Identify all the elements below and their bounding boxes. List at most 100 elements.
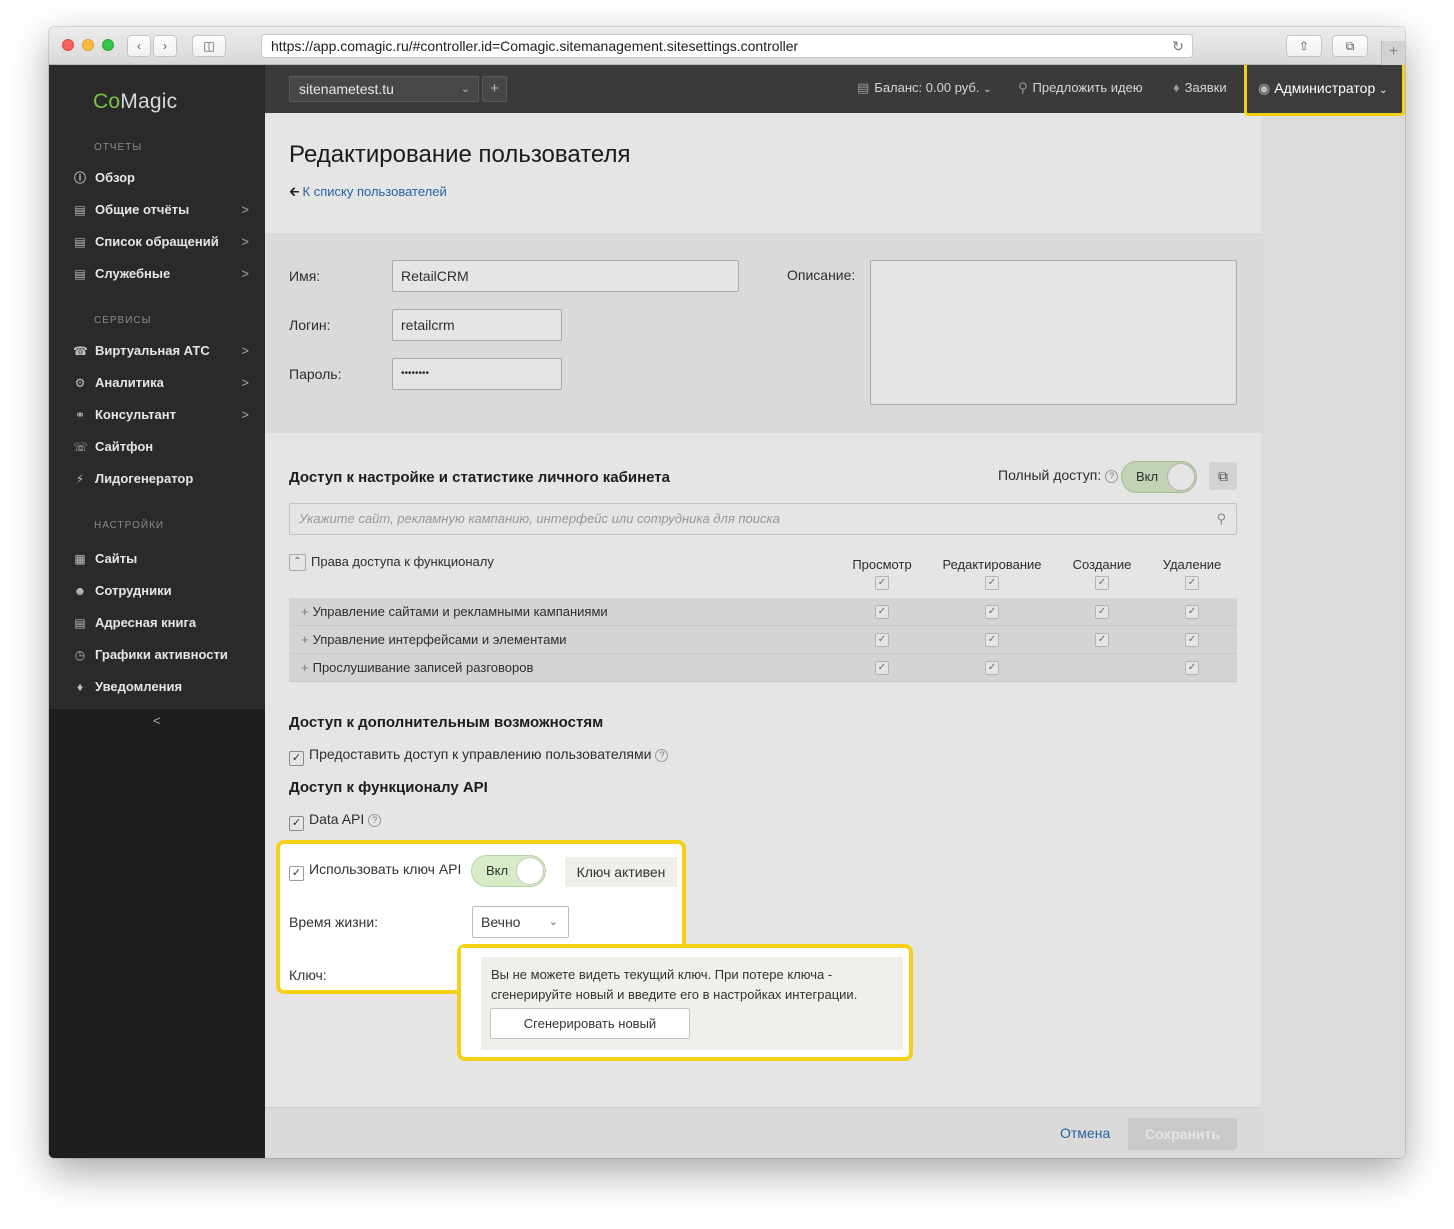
lightning-icon: ⚡: [75, 472, 85, 486]
chevron-right-icon: >: [241, 234, 249, 249]
phone-icon: ☎: [73, 344, 88, 358]
sidebar-icon: ◫: [203, 39, 215, 53]
sidebar-item-address-book[interactable]: ▤ Адресная книга: [73, 613, 249, 633]
sidebar-item-sitephone[interactable]: ☏ Сайтфон: [73, 437, 249, 457]
sidebar-item-sites[interactable]: ▦ Сайты: [73, 549, 249, 569]
section-title-services: СЕРВИСЫ: [94, 315, 152, 326]
list-icon: ▤: [74, 235, 86, 249]
chevron-left-icon: ‹: [137, 39, 141, 53]
url-text: https://app.comagic.ru/#controller.id=Co…: [271, 38, 799, 54]
collapse-sidebar-button[interactable]: <: [153, 713, 161, 728]
toggle-label: Вкл: [486, 863, 509, 878]
sidebar-item-consultant[interactable]: ⚭ Консультант >: [73, 405, 249, 425]
share-button[interactable]: ⇧: [1286, 35, 1322, 57]
sidebar-item-label: Сотрудники: [95, 583, 172, 598]
key-status-badge: Ключ активен: [565, 857, 677, 887]
sidebar-item-analytics[interactable]: ⚙ Аналитика >: [73, 373, 249, 393]
chevron-down-icon: ⌄: [1379, 85, 1388, 96]
sidebar: CoMagic ОТЧЕТЫ ⓘ Обзор ▤ Общие отчёты > ▤ Сп…: [49, 65, 265, 1158]
address-bar[interactable]: https://app.comagic.ru/#controller.id=Co…: [261, 34, 1193, 58]
logo-magic: Magic: [120, 90, 178, 113]
sidebar-item-label: Лидогенератор: [95, 471, 194, 486]
chevron-down-icon: ⌄: [460, 83, 470, 95]
back-button[interactable]: ‹: [127, 35, 151, 57]
clock-icon: ◷: [74, 648, 86, 662]
share-icon: ⇧: [1298, 39, 1310, 53]
chevron-right-icon: >: [241, 375, 249, 390]
chevron-right-icon: >: [241, 202, 249, 217]
zoom-window-button[interactable]: [102, 39, 114, 51]
admin-text: Администратор: [1274, 80, 1376, 96]
sidebar-item-label: Графики активности: [95, 647, 228, 662]
sidebar-toggle-button[interactable]: ◫: [192, 35, 226, 57]
chevron-right-icon: >: [241, 266, 249, 281]
sidebar-item-overview[interactable]: ⓘ Обзор: [73, 168, 249, 188]
browser-toolbar: ‹ › ◫ https://app.comagic.ru/#controller…: [49, 27, 1405, 65]
addressbook-icon: ▤: [74, 616, 86, 630]
logo-co: Co: [93, 90, 121, 113]
sidebar-item-label: Список обращений: [95, 234, 219, 249]
balance-text: Баланс: 0.00 руб.: [874, 80, 980, 95]
sidebar-item-activity-schedule[interactable]: ◷ Графики активности: [73, 645, 249, 665]
sidebar-item-label: Обзор: [95, 170, 135, 185]
browser-window: ‹ › ◫ https://app.comagic.ru/#controller…: [49, 27, 1405, 1158]
sidebar-item-employees[interactable]: ☻ Сотрудники: [73, 581, 249, 601]
close-window-button[interactable]: [62, 39, 74, 51]
chevron-right-icon: ›: [163, 39, 167, 53]
headset-icon: ⚭: [74, 408, 86, 422]
use-api-key-option[interactable]: ✓ Использовать ключ API: [289, 861, 461, 881]
users-icon: ☻: [73, 584, 87, 598]
chevron-right-icon: >: [241, 407, 249, 422]
key-label: Ключ:: [289, 967, 327, 983]
generate-key-button[interactable]: Сгенерировать новый: [490, 1008, 690, 1039]
suggest-idea-link[interactable]: ⚲ Предложить идею: [1018, 80, 1143, 96]
forward-button[interactable]: ›: [153, 35, 177, 57]
balance-link[interactable]: ▤ Баланс: 0.00 руб. ⌄: [857, 80, 992, 96]
sidebar-item-label: Сайты: [95, 551, 138, 566]
sidebar-item-general-reports[interactable]: ▤ Общие отчёты >: [73, 200, 249, 220]
sidebar-item-virtual-pbx[interactable]: ☎ Виртуальная АТС >: [73, 341, 249, 361]
user-icon: ◉: [1258, 80, 1271, 96]
info-icon: ⓘ: [73, 171, 86, 185]
app-topbar: sitenametest.tu ⌄ + ▤ Баланс: 0.00 руб. ⌄ …: [265, 65, 1405, 113]
add-site-button[interactable]: +: [482, 76, 507, 102]
toggle-knob: [516, 857, 544, 885]
sidebar-item-service[interactable]: ▤ Служебные >: [73, 264, 249, 284]
sidebar-item-label: Служебные: [95, 266, 171, 281]
tabs-button[interactable]: ⧉: [1332, 35, 1368, 57]
lightbulb-icon: ⚲: [1018, 80, 1028, 95]
bell-icon: ♦: [76, 680, 84, 694]
sidebar-item-label: Адресная книга: [95, 615, 197, 630]
bell-icon: ♦: [1173, 80, 1180, 95]
section-title-settings: НАСТРОЙКИ: [94, 520, 165, 531]
api-key-toggle[interactable]: Вкл: [471, 855, 546, 887]
lifetime-select[interactable]: Вечно ⌄: [472, 906, 569, 938]
new-tab-button[interactable]: +: [1381, 41, 1405, 65]
lifetime-label: Время жизни:: [289, 914, 379, 930]
sidebar-item-label: Уведомления: [95, 679, 183, 694]
chevron-right-icon: >: [241, 343, 249, 358]
gears-icon: ⚙: [74, 376, 86, 390]
code-icon: ▤: [74, 267, 86, 281]
comagic-logo[interactable]: CoMagic: [93, 90, 177, 114]
key-note-text: Вы не можете видеть текущий ключ. При по…: [491, 967, 858, 1002]
wallet-icon: ▤: [857, 80, 870, 95]
site-select-value: sitenametest.tu: [299, 81, 394, 97]
reload-icon[interactable]: ↻: [1172, 35, 1184, 57]
use-api-key-text: Использовать ключ API: [309, 861, 462, 877]
suggest-idea-text: Предложить идею: [1032, 80, 1143, 95]
minimize-window-button[interactable]: [82, 39, 94, 51]
sidebar-item-label: Сайтфон: [95, 439, 154, 454]
sidebar-item-notifications[interactable]: ♦ Уведомления: [73, 677, 249, 697]
chart-icon: ▤: [74, 203, 86, 217]
use-api-key-checkbox[interactable]: ✓: [289, 866, 304, 881]
site-select[interactable]: sitenametest.tu ⌄: [289, 76, 479, 102]
sidebar-item-leadgen[interactable]: ⚡ Лидогенератор: [73, 469, 249, 489]
sites-icon: ▦: [74, 552, 86, 566]
callback-icon: ☏: [73, 440, 89, 454]
sidebar-item-label: Аналитика: [95, 375, 164, 390]
admin-menu[interactable]: ◉ Администратор ⌄: [1244, 65, 1405, 116]
requests-link[interactable]: ♦ Заявки: [1173, 80, 1227, 95]
sidebar-item-requests-list[interactable]: ▤ Список обращений >: [73, 232, 249, 252]
sidebar-item-label: Общие отчёты: [95, 202, 190, 217]
